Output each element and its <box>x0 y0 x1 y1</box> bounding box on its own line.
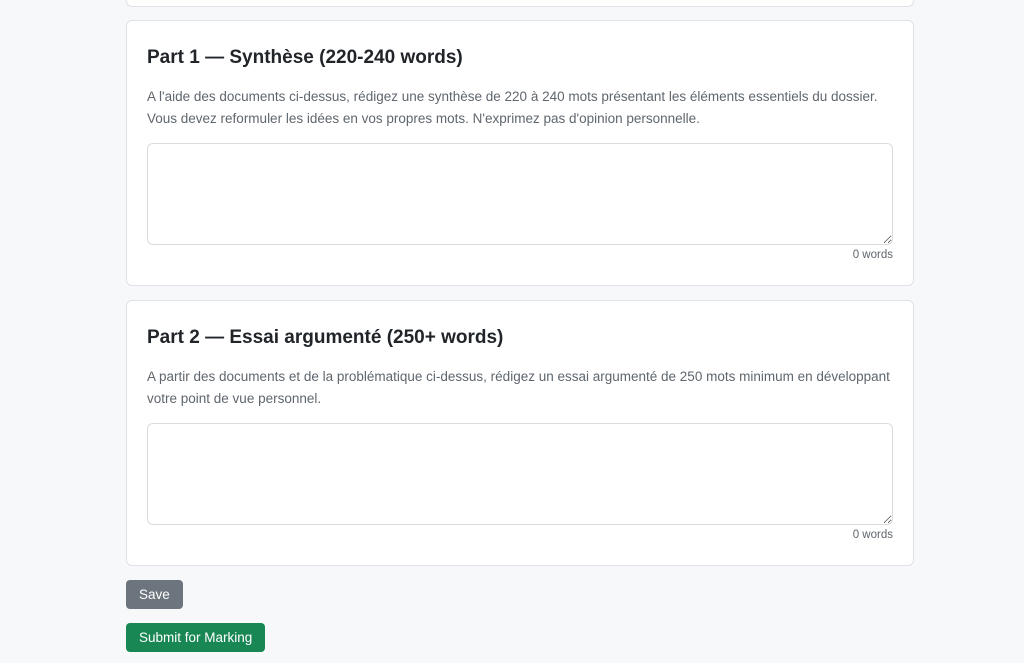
save-button[interactable]: Save <box>126 580 183 609</box>
part2-answer-textarea[interactable] <box>147 423 893 525</box>
part2-instructions: A partir des documents et de la probléma… <box>147 369 890 406</box>
part1-instructions: A l'aide des documents ci-dessus, rédige… <box>147 89 878 126</box>
part1-answer-textarea[interactable] <box>147 143 893 245</box>
part2-word-count: 0 words <box>852 529 893 541</box>
part1-word-count: 0 words <box>852 249 893 261</box>
part1-card: Part 1 — Synthèse (220-240 words) A l'ai… <box>126 20 914 286</box>
page: Part 1 — Synthèse (220-240 words) A l'ai… <box>0 0 1024 663</box>
part1-title: Part 1 — Synthèse (220-240 words) <box>147 47 463 68</box>
submit-for-marking-button[interactable]: Submit for Marking <box>126 623 266 652</box>
part2-title: Part 2 — Essai argumenté (250+ words) <box>147 327 504 348</box>
previous-card <box>126 0 914 7</box>
part2-card: Part 2 — Essai argumenté (250+ words) A … <box>126 300 914 566</box>
